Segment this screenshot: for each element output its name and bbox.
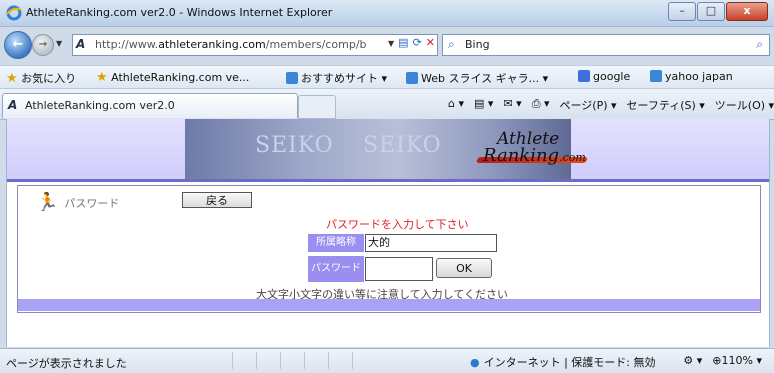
address-toolbar: ← → ▼ A http://www.athleteranking.com/me… bbox=[0, 27, 774, 61]
ie-page-icon bbox=[406, 72, 418, 84]
password-input[interactable] bbox=[365, 257, 433, 281]
favorite-item-yahoo[interactable]: yahoo japan bbox=[650, 70, 733, 83]
site-banner: SEIKO SEIKO Athlete Ranking.com bbox=[7, 119, 769, 179]
maximize-button[interactable]: □ bbox=[697, 2, 725, 21]
command-bar: ⌂ ▾ ▤ ▾ ✉ ▾ ⎙ ▾ ページ(P) ▾ セーフティ(S) ▾ ツール(… bbox=[448, 97, 774, 113]
window-title: AthleteRanking.com ver2.0 - Windows Inte… bbox=[26, 6, 333, 19]
favorite-item-google[interactable]: google bbox=[578, 70, 630, 83]
favorites-bar: ★ お気に入り ★ AthleteRanking.com ve... おすすめサ… bbox=[0, 65, 774, 88]
favorite-item-athleteranking[interactable]: ★ AthleteRanking.com ve... bbox=[96, 70, 249, 85]
search-engine-label: Bing bbox=[465, 38, 490, 51]
ie-page-icon bbox=[650, 70, 662, 82]
compat-view-icon[interactable]: ▤ bbox=[398, 36, 408, 52]
search-provider-icon: ⌕ bbox=[448, 37, 455, 51]
star-icon: ★ bbox=[6, 71, 18, 86]
page-menu[interactable]: ページ(P) ▾ bbox=[560, 97, 617, 113]
protected-mode-icon[interactable]: ⚙ ▾ bbox=[683, 354, 702, 367]
window-title-bar: AthleteRanking.com ver2.0 - Windows Inte… bbox=[0, 0, 774, 27]
refresh-icon[interactable]: ⟳ bbox=[413, 36, 422, 52]
status-bar: ページが表示されました ● インターネット | 保護モード: 無効 ⚙ ▾ ⊕11… bbox=[0, 348, 774, 373]
section-label: パスワード bbox=[64, 196, 120, 210]
password-panel: 🏃 パスワード 戻る パスワードを入力して下さい 所属略称 大的 パスワード O… bbox=[17, 185, 761, 313]
url-text: http://www.athleteranking.com/members/co… bbox=[95, 38, 367, 51]
mail-icon[interactable]: ✉ ▾ bbox=[503, 97, 521, 113]
ie-logo-icon bbox=[6, 5, 22, 21]
minimize-button[interactable]: – bbox=[668, 2, 696, 21]
status-text: ページが表示されました bbox=[6, 357, 127, 370]
footer-band bbox=[18, 299, 760, 311]
org-label: 所属略称 bbox=[308, 234, 364, 252]
close-button[interactable]: x bbox=[726, 2, 768, 21]
page-viewport: SEIKO SEIKO Athlete Ranking.com 🏃 パスワード … bbox=[6, 119, 770, 347]
athleteranking-logo: Athlete Ranking.com bbox=[475, 127, 595, 173]
tools-menu[interactable]: ツール(O) ▾ bbox=[715, 97, 774, 113]
stop-icon[interactable]: ✕ bbox=[426, 36, 435, 52]
password-label: パスワード bbox=[308, 256, 364, 282]
section-header: 🏃 パスワード bbox=[36, 192, 119, 213]
back-button[interactable]: 戻る bbox=[182, 192, 252, 208]
site-favicon-icon: A bbox=[8, 98, 18, 112]
url-field[interactable]: A http://www.athleteranking.com/members/… bbox=[72, 34, 438, 56]
add-favorite-icon: ★ bbox=[96, 70, 108, 85]
new-tab-button[interactable] bbox=[298, 95, 336, 119]
org-value: 大的 bbox=[365, 234, 497, 252]
banner-ad-text: SEIKO bbox=[255, 133, 334, 158]
tab-athleteranking[interactable]: A AthleteRanking.com ver2.0 bbox=[2, 93, 298, 118]
back-arrow-icon[interactable]: ← bbox=[4, 31, 32, 59]
tab-bar: A AthleteRanking.com ver2.0 ⌂ ▾ ▤ ▾ ✉ ▾ … bbox=[0, 88, 774, 120]
ok-button[interactable]: OK bbox=[436, 258, 492, 278]
runner-icon: 🏃 bbox=[36, 192, 59, 213]
zoom-icon: ⊕ bbox=[712, 354, 722, 367]
feeds-icon[interactable]: ▤ ▾ bbox=[474, 97, 493, 113]
search-icon[interactable]: ⌕ bbox=[756, 37, 763, 52]
print-icon[interactable]: ⎙ ▾ bbox=[532, 97, 550, 113]
history-dropdown-icon[interactable]: ▼ bbox=[56, 39, 62, 48]
banner-ad-text: SEIKO bbox=[363, 133, 442, 158]
site-favicon-icon: A bbox=[76, 37, 86, 51]
zoom-control[interactable]: ⊕110% ▾ bbox=[712, 354, 762, 367]
globe-icon: ● bbox=[470, 356, 480, 369]
home-icon[interactable]: ⌂ ▾ bbox=[448, 97, 464, 113]
favorite-item-web-slice[interactable]: Web スライス ギャラ... ▾ bbox=[406, 70, 548, 86]
url-dropdown-icon[interactable]: ▼ bbox=[388, 36, 394, 52]
instruction-message: パスワードを入力して下さい bbox=[326, 218, 469, 231]
google-icon bbox=[578, 70, 590, 82]
favorite-item-recommended[interactable]: おすすめサイト ▾ bbox=[286, 70, 387, 86]
banner-divider bbox=[7, 179, 769, 182]
ie-page-icon bbox=[286, 72, 298, 84]
search-field[interactable]: ⌕ Bing ⌕ bbox=[442, 34, 770, 56]
safety-menu[interactable]: セーフティ(S) ▾ bbox=[627, 97, 705, 113]
forward-arrow-icon[interactable]: → bbox=[32, 34, 54, 56]
favorites-button[interactable]: ★ お気に入り bbox=[6, 70, 76, 86]
security-zone: ● インターネット | 保護モード: 無効 bbox=[470, 356, 656, 369]
